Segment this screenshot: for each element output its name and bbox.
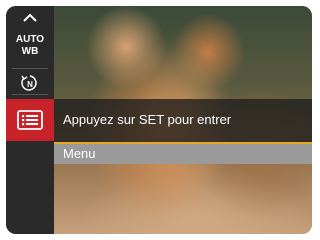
list-menu-icon bbox=[17, 110, 43, 130]
white-balance-button[interactable]: AUTO WB bbox=[6, 28, 54, 64]
awb-label-line2: WB bbox=[21, 46, 39, 57]
camera-screen: AUTO WB N Appuyez sur SET pour entrer Me… bbox=[6, 6, 312, 234]
menu-option[interactable]: Menu bbox=[54, 144, 312, 164]
menu-panel: Appuyez sur SET pour entrer bbox=[54, 99, 312, 143]
sidebar: AUTO WB N bbox=[6, 6, 54, 234]
reset-button[interactable]: N bbox=[6, 72, 54, 94]
menu-option-label: Menu bbox=[63, 146, 96, 161]
menu-button[interactable] bbox=[6, 99, 54, 141]
reset-n-icon: N bbox=[21, 75, 37, 91]
chevron-up-icon bbox=[23, 13, 37, 22]
divider bbox=[12, 94, 48, 95]
scroll-up-button[interactable] bbox=[6, 8, 54, 28]
divider bbox=[12, 68, 48, 69]
awb-label-line1: AUTO bbox=[15, 34, 45, 45]
set-prompt-text: Appuyez sur SET pour entrer bbox=[63, 112, 232, 127]
svg-text:N: N bbox=[27, 80, 33, 89]
